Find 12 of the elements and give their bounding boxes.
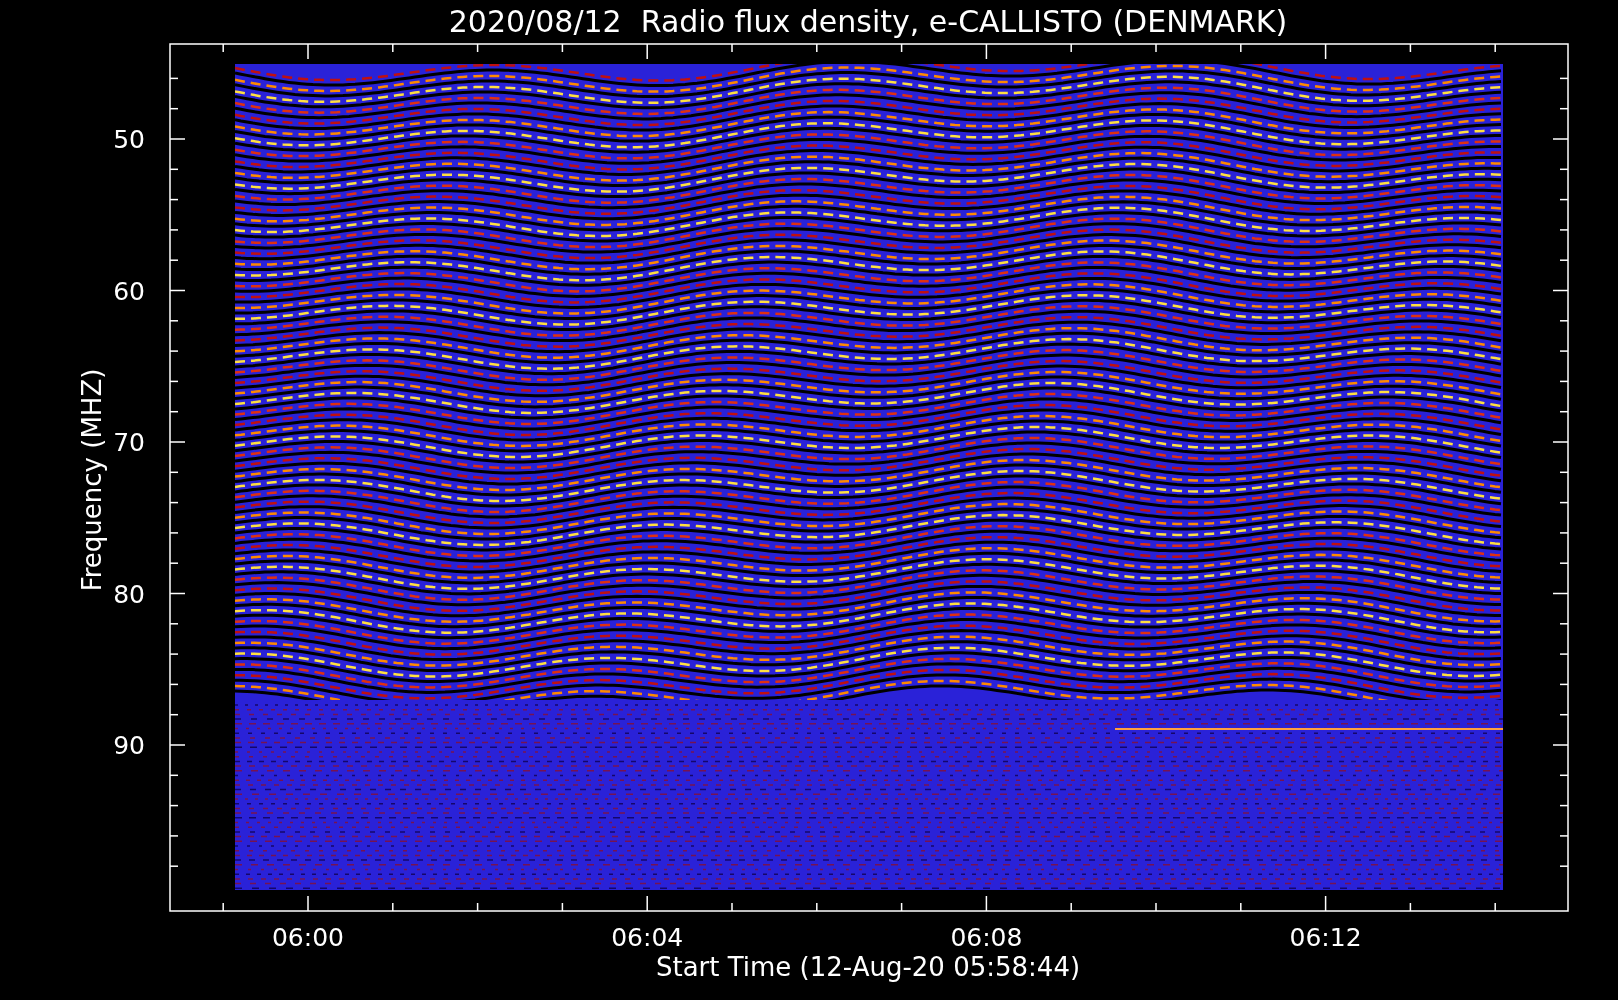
y-tick-label: 50 <box>113 125 145 154</box>
y-tick-label: 70 <box>113 428 145 457</box>
y-tick-label: 60 <box>113 276 145 306</box>
y-axis-label: Frequency (MHZ) <box>77 368 107 592</box>
x-tick-label: 06:08 <box>950 923 1023 952</box>
x-tick-label: 06:04 <box>611 923 684 952</box>
x-axis-label: Start Time (12-Aug-20 05:58:44) <box>655 952 1081 982</box>
y-tick-label: 80 <box>113 579 145 609</box>
x-tick-label: 06:00 <box>272 923 344 952</box>
chart-title: 2020/08/12 Radio flux density, e-CALLISTO (DENMARK) <box>448 4 1288 39</box>
x-tick-label: 06:12 <box>1289 923 1362 952</box>
y-tick-label: 90 <box>113 731 145 760</box>
